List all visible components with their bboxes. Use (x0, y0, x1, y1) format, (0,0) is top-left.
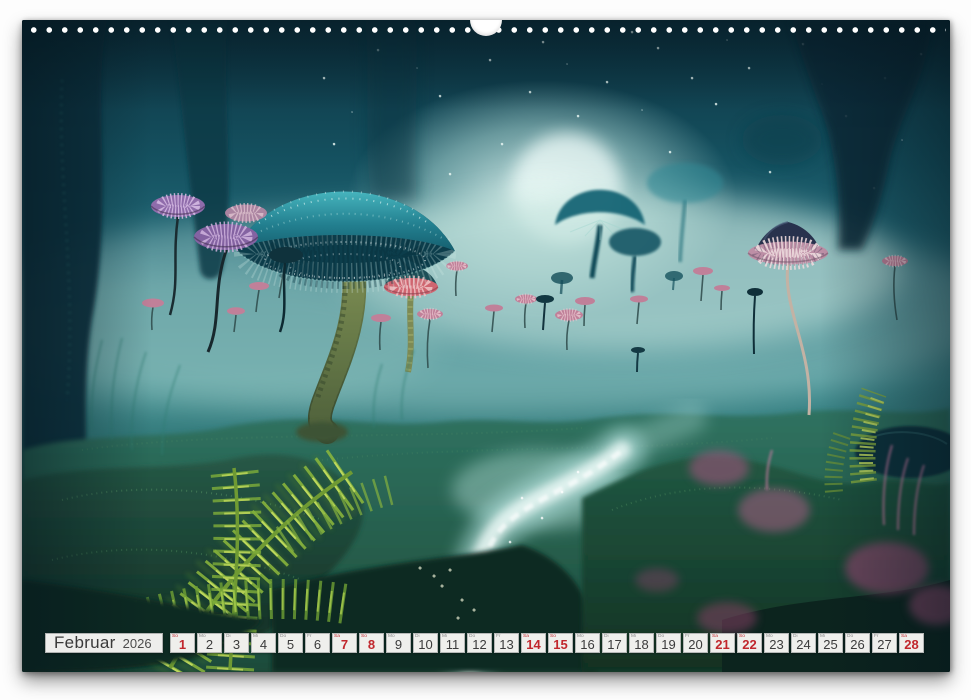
month-label-box: Februar 2026 (45, 633, 163, 653)
day-cell: Mi 18 (629, 633, 654, 653)
day-cell: Mo 16 (575, 633, 600, 653)
day-number: 7 (332, 638, 357, 651)
day-number: 22 (737, 638, 762, 651)
day-cell: Di 10 (413, 633, 438, 653)
day-number: 12 (467, 638, 492, 651)
day-number: 9 (386, 638, 411, 651)
day-number: 11 (440, 638, 465, 651)
day-cell: Fr 13 (494, 633, 519, 653)
day-cell: Sa 21 (710, 633, 735, 653)
day-cell: Sa 7 (332, 633, 357, 653)
day-cell: Mi 25 (818, 633, 843, 653)
day-number: 17 (602, 638, 627, 651)
day-number: 8 (359, 638, 384, 651)
month-name: Februar (54, 633, 116, 653)
date-strip: Februar 2026 So 1 Mo 2 Di 3 Mi 4 Do 5 Fr… (45, 633, 924, 653)
product-photo-background: Februar 2026 So 1 Mo 2 Di 3 Mi 4 Do 5 Fr… (0, 0, 971, 700)
day-cell: Di 24 (791, 633, 816, 653)
day-number: 6 (305, 638, 330, 651)
day-cell: Sa 14 (521, 633, 546, 653)
day-number: 20 (683, 638, 708, 651)
day-cell: Do 26 (845, 633, 870, 653)
day-cell: Do 19 (656, 633, 681, 653)
day-cell: Do 12 (467, 633, 492, 653)
day-cell: Fr 6 (305, 633, 330, 653)
day-number: 18 (629, 638, 654, 651)
day-number: 4 (251, 638, 276, 651)
day-cell: So 1 (170, 633, 195, 653)
day-cell: Mo 9 (386, 633, 411, 653)
day-number: 26 (845, 638, 870, 651)
day-number: 10 (413, 638, 438, 651)
day-cell: Mi 11 (440, 633, 465, 653)
day-number: 27 (872, 638, 897, 651)
day-cell: Mo 23 (764, 633, 789, 653)
dark-mushroom (269, 247, 303, 263)
day-number: 28 (899, 638, 924, 651)
day-number: 1 (170, 638, 195, 651)
day-number: 24 (791, 638, 816, 651)
day-cell: Fr 27 (872, 633, 897, 653)
day-cell: So 8 (359, 633, 384, 653)
day-number: 19 (656, 638, 681, 651)
day-cell: So 22 (737, 633, 762, 653)
day-number: 2 (197, 638, 222, 651)
day-number: 5 (278, 638, 303, 651)
day-cell: Fr 20 (683, 633, 708, 653)
day-number: 14 (521, 638, 546, 651)
day-cell: Sa 28 (899, 633, 924, 653)
day-number: 3 (224, 638, 249, 651)
day-cells: So 1 Mo 2 Di 3 Mi 4 Do 5 Fr 6 Sa 7 So 8 … (170, 633, 924, 653)
day-number: 21 (710, 638, 735, 651)
day-cell: So 15 (548, 633, 573, 653)
day-number: 23 (764, 638, 789, 651)
day-cell: Do 5 (278, 633, 303, 653)
day-cell: Mo 2 (197, 633, 222, 653)
year-label: 2026 (123, 634, 152, 654)
calendar-page: Februar 2026 So 1 Mo 2 Di 3 Mi 4 Do 5 Fr… (22, 20, 950, 672)
day-cell: Mi 4 (251, 633, 276, 653)
day-number: 13 (494, 638, 519, 651)
day-number: 25 (818, 638, 843, 651)
calendar-artwork (22, 20, 950, 672)
day-number: 15 (548, 638, 573, 651)
day-cell: Di 3 (224, 633, 249, 653)
day-number: 16 (575, 638, 600, 651)
day-cell: Di 17 (602, 633, 627, 653)
